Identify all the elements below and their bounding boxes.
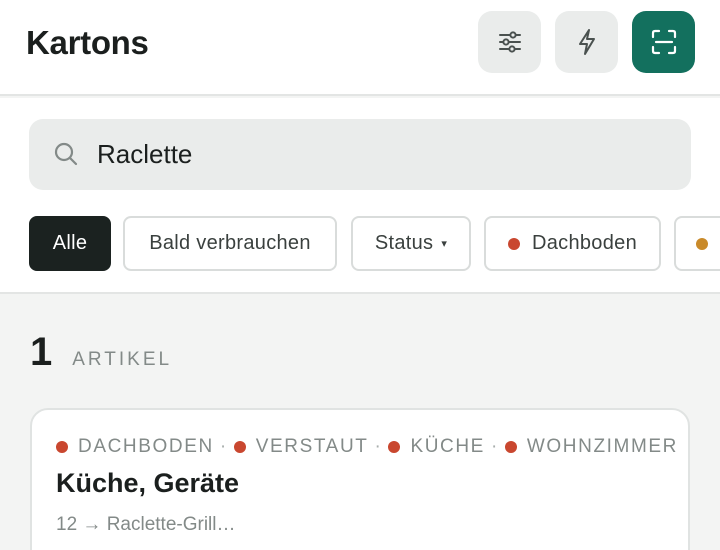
tag-label: KÜCHE <box>410 436 485 457</box>
filter-chips: Alle Bald verbrauchen Status ▾ Dachboden <box>29 216 720 271</box>
search-input[interactable]: Raclette <box>29 119 691 190</box>
filter-chip-label: Dachboden <box>531 232 637 254</box>
filter-chip-label: Alle <box>52 232 88 254</box>
tag-label: DACHBODEN <box>78 436 214 457</box>
item-tags: DACHBODEN · VERSTAUT · KÜCHE · WOHNZIMME… <box>56 436 678 458</box>
results-count-number: 1 <box>30 330 53 374</box>
tag-kueche: KÜCHE <box>388 436 485 458</box>
scan-icon <box>651 29 676 55</box>
results-count-label: ARTIKEL <box>72 349 173 370</box>
tag-verstaut: VERSTAUT <box>233 436 369 458</box>
tag-dot-icon <box>56 441 68 453</box>
top-bar: Kartons <box>0 0 720 96</box>
filter-chip-bald-verbrauchen[interactable]: Bald verbrauchen <box>123 216 337 271</box>
sliders-icon <box>498 31 521 53</box>
quick-action-button[interactable] <box>555 11 618 73</box>
scan-button[interactable] <box>632 11 695 73</box>
tag-dot-icon <box>388 441 401 453</box>
results-count: 1 ARTIKEL <box>30 330 172 375</box>
filter-chip-alle[interactable]: Alle <box>29 216 111 271</box>
filter-settings-button[interactable] <box>478 11 541 73</box>
tag-dachboden: DACHBODEN <box>56 436 214 458</box>
page-title: Kartons <box>26 24 149 61</box>
chevron-down-icon: ▾ <box>441 238 448 250</box>
filter-chip-label: Status <box>374 232 434 254</box>
search-and-filters: Raclette Alle Bald verbrauchen Status ▾ … <box>0 98 720 294</box>
tag-label: WOHNZIMMER <box>526 436 678 457</box>
filter-chip-status[interactable]: Status ▾ <box>351 216 471 271</box>
tag-separator: · <box>490 436 499 457</box>
location-dot-icon <box>507 237 520 250</box>
location-dot-icon <box>696 237 708 250</box>
tag-label: VERSTAUT <box>255 436 369 457</box>
search-icon <box>54 142 78 166</box>
item-subtitle: 12 → Raclette-Grill… <box>56 514 236 535</box>
tag-wohnzimmer: WOHNZIMMER <box>504 436 678 458</box>
item-title: Küche, Geräte <box>56 468 240 498</box>
tag-separator: · <box>219 436 228 457</box>
tag-dot-icon <box>504 441 517 453</box>
item-card[interactable]: DACHBODEN · VERSTAUT · KÜCHE · WOHNZIMME… <box>30 408 690 550</box>
filter-chip-dachboden[interactable]: Dachboden <box>484 216 661 271</box>
filter-chip-location[interactable] <box>674 216 720 271</box>
search-value[interactable]: Raclette <box>97 139 192 170</box>
filter-chip-label: Bald verbrauchen <box>149 232 311 254</box>
lightning-icon <box>578 29 595 55</box>
tag-separator: · <box>374 436 383 457</box>
tag-dot-icon <box>233 441 246 453</box>
